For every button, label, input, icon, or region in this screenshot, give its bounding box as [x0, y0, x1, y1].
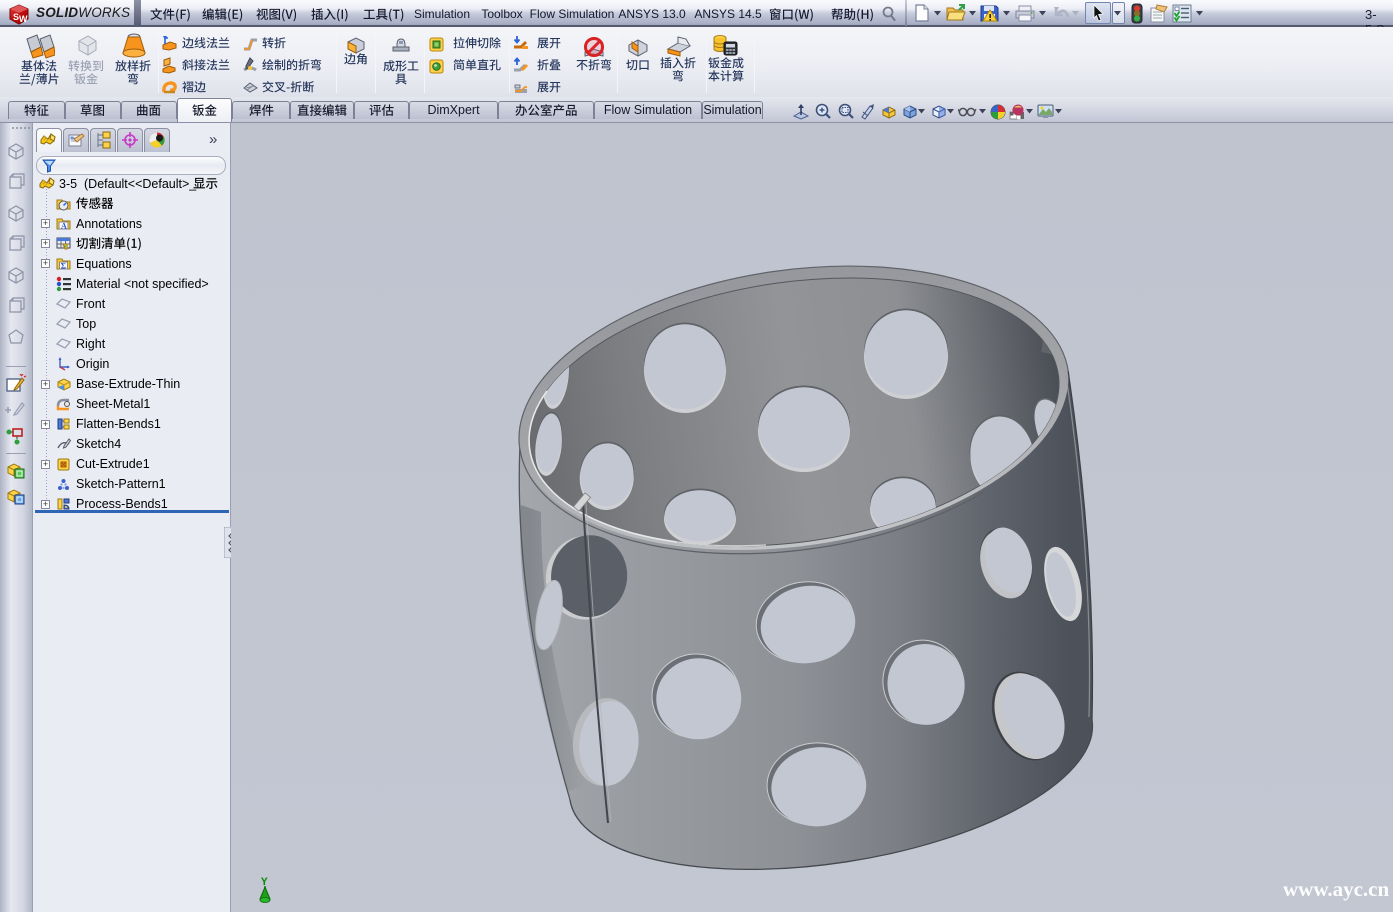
svg-text:A: A — [61, 221, 67, 230]
svg-text:W: W — [19, 14, 28, 24]
svg-text:Σ: Σ — [61, 261, 66, 270]
